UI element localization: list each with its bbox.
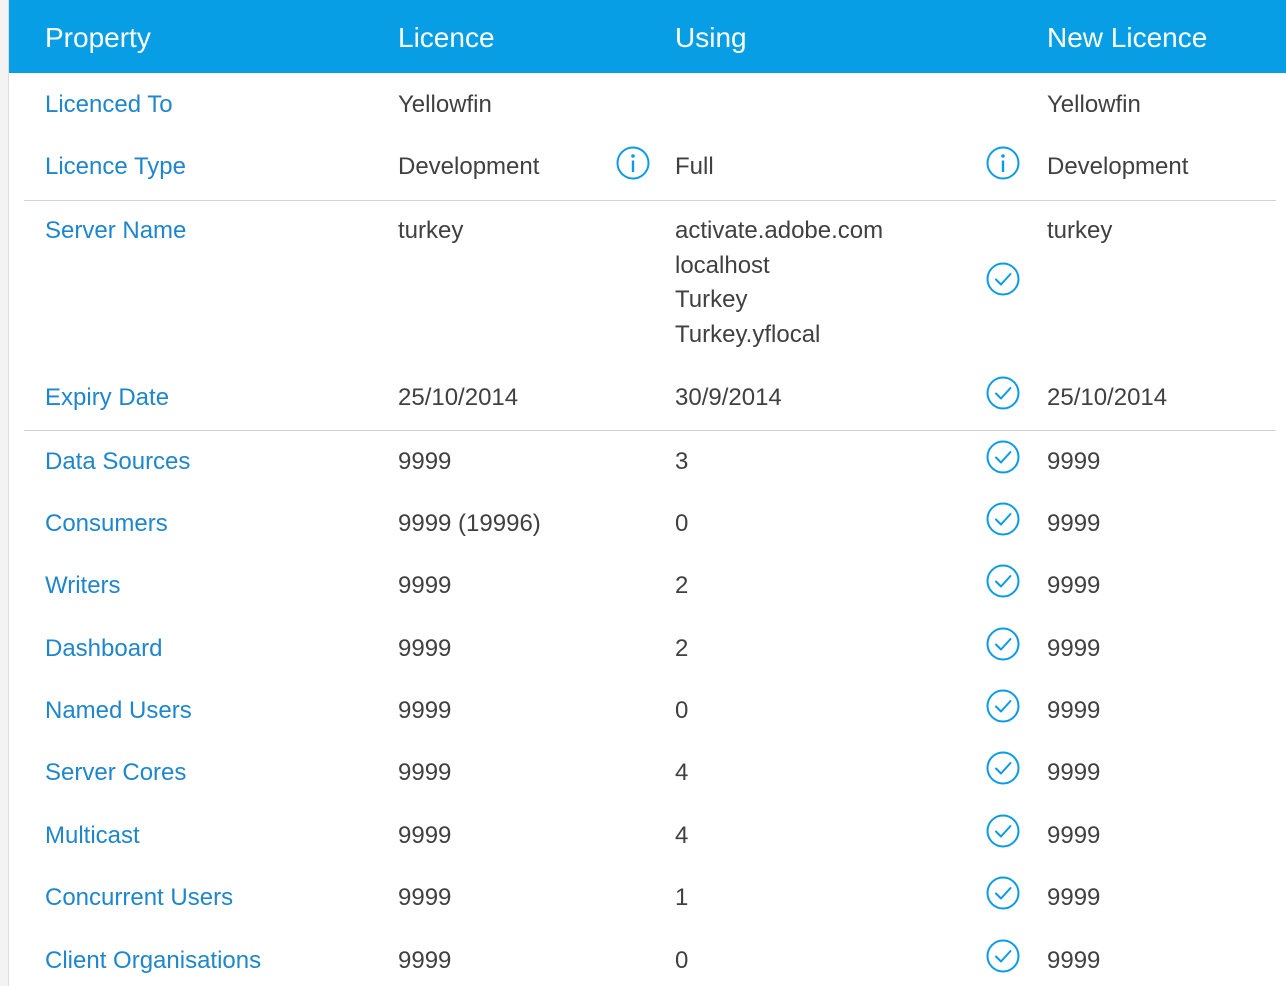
section-divider bbox=[24, 200, 1276, 201]
licence-value: 9999 bbox=[398, 759, 452, 786]
using-value: 1 bbox=[675, 884, 689, 911]
header-new-licence: New Licence bbox=[1047, 22, 1208, 53]
header-using: Using bbox=[675, 22, 747, 53]
licence-value: 9999 bbox=[398, 635, 452, 662]
server-name-entry: localhost bbox=[675, 251, 770, 279]
property-label: Licence Type bbox=[45, 153, 186, 180]
info-icon[interactable] bbox=[986, 146, 1020, 180]
licence-value: 9999 bbox=[398, 697, 452, 724]
new-licence-value: Yellowfin bbox=[1047, 91, 1141, 118]
using-value: 4 bbox=[675, 822, 689, 849]
property-label: Consumers bbox=[45, 510, 168, 537]
new-licence-value: 25/10/2014 bbox=[1047, 384, 1168, 411]
licence-value: 25/10/2014 bbox=[398, 384, 519, 411]
header-property: Property bbox=[45, 22, 151, 53]
new-licence-value: 9999 bbox=[1047, 697, 1101, 724]
check-circle-icon bbox=[986, 627, 1020, 661]
using-value: Full bbox=[675, 153, 714, 180]
property-label: Data Sources bbox=[45, 448, 191, 475]
licence-comparison-panel: Property Licence Using New Licence Licen… bbox=[0, 0, 1286, 986]
property-label: Dashboard bbox=[45, 635, 163, 662]
new-licence-value: 9999 bbox=[1047, 884, 1101, 911]
licence-value: 9999 bbox=[398, 572, 452, 599]
check-circle-icon bbox=[986, 564, 1020, 598]
check-circle-icon bbox=[986, 262, 1020, 296]
server-name-entry: Turkey.yflocal bbox=[675, 320, 821, 348]
property-label: Expiry Date bbox=[45, 384, 170, 411]
check-circle-icon bbox=[986, 440, 1020, 474]
new-licence-value: turkey bbox=[1047, 217, 1113, 244]
panel-left-border bbox=[0, 0, 9, 986]
licence-value: 9999 bbox=[398, 822, 452, 849]
table-header: Property Licence Using New Licence bbox=[9, 0, 1286, 73]
using-value: 3 bbox=[675, 448, 689, 475]
licence-value: Yellowfin bbox=[398, 91, 492, 118]
licence-value: 9999 bbox=[398, 947, 452, 974]
property-label: Client Organisations bbox=[45, 947, 262, 974]
server-name-entry: activate.adobe.com bbox=[675, 217, 884, 244]
using-value: 4 bbox=[675, 759, 689, 786]
using-value: 0 bbox=[675, 510, 689, 537]
licence-value: Development bbox=[398, 153, 540, 180]
using-value: 0 bbox=[675, 947, 689, 974]
property-label: Concurrent Users bbox=[45, 884, 234, 911]
info-icon[interactable] bbox=[616, 146, 650, 180]
check-circle-icon bbox=[986, 876, 1020, 910]
using-value: 2 bbox=[675, 635, 689, 662]
licence-value: 9999 (19996) bbox=[398, 510, 541, 537]
check-circle-icon bbox=[986, 689, 1020, 723]
check-circle-icon bbox=[986, 939, 1020, 973]
using-value-list: activate.adobe.com localhost Turkey Turk… bbox=[675, 214, 883, 352]
check-circle-icon bbox=[986, 814, 1020, 848]
licence-value: 9999 bbox=[398, 884, 452, 911]
property-label: Writers bbox=[45, 572, 121, 599]
property-label: Server Name bbox=[45, 217, 187, 244]
check-circle-icon bbox=[986, 376, 1020, 410]
property-label: Server Cores bbox=[45, 759, 187, 786]
new-licence-value: 9999 bbox=[1047, 448, 1101, 475]
section-divider bbox=[24, 430, 1276, 431]
using-value: 2 bbox=[675, 572, 689, 599]
new-licence-value: 9999 bbox=[1047, 947, 1101, 974]
licence-value: turkey bbox=[398, 217, 464, 244]
property-label: Named Users bbox=[45, 697, 192, 724]
header-licence: Licence bbox=[398, 22, 495, 53]
new-licence-value: 9999 bbox=[1047, 510, 1101, 537]
licence-value: 9999 bbox=[398, 448, 452, 475]
property-label: Licenced To bbox=[45, 91, 173, 118]
new-licence-value: 9999 bbox=[1047, 572, 1101, 599]
new-licence-value: Development bbox=[1047, 153, 1189, 180]
property-label: Multicast bbox=[45, 822, 140, 849]
new-licence-value: 9999 bbox=[1047, 759, 1101, 786]
new-licence-value: 9999 bbox=[1047, 635, 1101, 662]
new-licence-value: 9999 bbox=[1047, 822, 1101, 849]
server-name-entry: Turkey bbox=[675, 286, 748, 313]
using-value: 30/9/2014 bbox=[675, 384, 782, 411]
using-value: 0 bbox=[675, 697, 689, 724]
check-circle-icon bbox=[986, 751, 1020, 785]
check-circle-icon bbox=[986, 502, 1020, 536]
